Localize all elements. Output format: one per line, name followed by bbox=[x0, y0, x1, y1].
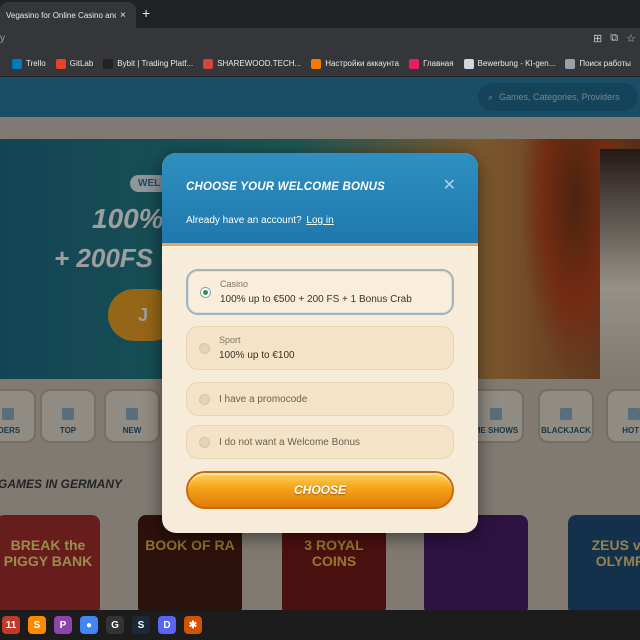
taskbar-glyph: D bbox=[163, 619, 171, 631]
bookmark-item[interactable]: Главная bbox=[409, 58, 454, 69]
browser-tab[interactable]: Vegasino for Online Casino and × bbox=[0, 2, 136, 28]
radio-button[interactable] bbox=[199, 436, 210, 448]
bookmark-favicon-icon bbox=[311, 58, 322, 69]
radio-button[interactable] bbox=[199, 342, 210, 354]
bookmark-label: Настройки аккаунта bbox=[325, 59, 400, 68]
bookmark-favicon-icon bbox=[103, 58, 114, 69]
bonus-option-text: Casino 100% up to €500 + 200 FS + 1 Bonus… bbox=[220, 279, 412, 305]
bookmark-label: Bewerbung - KI-gen... bbox=[477, 59, 556, 68]
spark-icon[interactable]: ✱ bbox=[184, 616, 202, 634]
bookmark-favicon-icon bbox=[565, 58, 576, 69]
bookmark-label: Bybit | Trading Platf... bbox=[117, 59, 194, 68]
bonus-option-label: Casino bbox=[220, 279, 249, 289]
app-icon[interactable]: 11 bbox=[2, 616, 20, 634]
modal-header: CHOOSE YOUR WELCOME BONUS ✕ Already have… bbox=[162, 153, 478, 246]
login-link[interactable]: Log in bbox=[306, 215, 333, 226]
bonus-option-label: Sport bbox=[219, 335, 241, 345]
new-tab-button[interactable]: + bbox=[142, 5, 150, 21]
bookmark-label: Trello bbox=[26, 59, 46, 68]
tab-close-icon[interactable]: × bbox=[120, 10, 126, 21]
bookmark-item[interactable]: Поиск работы bbox=[565, 58, 631, 69]
taskbar-glyph: 11 bbox=[5, 619, 17, 631]
bonus-option-value: 100% up to €100 bbox=[219, 350, 295, 361]
radio-button[interactable] bbox=[200, 286, 211, 298]
bookmark-item[interactable]: SHAREWOOD.TECH... bbox=[203, 58, 302, 69]
bonus-option-value: I do not want a Welcome Bonus bbox=[219, 436, 361, 448]
choose-button[interactable]: CHOOSE bbox=[186, 471, 454, 509]
translate-icon[interactable]: ⊞ bbox=[593, 32, 602, 45]
tab-title: Vegasino for Online Casino and bbox=[6, 10, 116, 20]
address-text: y bbox=[0, 33, 5, 44]
taskbar-glyph: ✱ bbox=[188, 619, 198, 631]
bonus-option[interactable]: Sport 100% up to €100 bbox=[186, 326, 454, 370]
taskbar: 11 S P ● G S D ✱ bbox=[0, 610, 640, 640]
bonus-option[interactable]: I have a promocode bbox=[186, 382, 454, 416]
bonus-option[interactable]: Casino 100% up to €500 + 200 FS + 1 Bonus… bbox=[186, 269, 454, 315]
bookmark-favicon-icon bbox=[12, 58, 22, 69]
steam-icon[interactable]: S bbox=[132, 616, 150, 634]
bookmark-favicon-icon bbox=[203, 58, 214, 69]
taskbar-glyph: ● bbox=[85, 619, 93, 631]
share-icon[interactable]: ⧉ bbox=[610, 32, 618, 45]
bonus-option-value: I have a promocode bbox=[219, 393, 308, 405]
bookmark-label: Главная bbox=[423, 59, 454, 68]
jetbrains-icon[interactable]: P bbox=[54, 616, 72, 634]
bookmark-item[interactable]: GitLab bbox=[55, 58, 94, 69]
screen: Vegasino for Online Casino and × + y ⊞ ⧉… bbox=[0, 0, 640, 640]
bookmark-star-icon[interactable]: ☆ bbox=[626, 32, 636, 45]
taskbar-glyph: P bbox=[59, 619, 67, 631]
welcome-bonus-modal: CHOOSE YOUR WELCOME BONUS ✕ Already have… bbox=[162, 153, 478, 533]
login-prompt-text: Already have an account? bbox=[186, 215, 302, 226]
bookmark-favicon-icon bbox=[463, 58, 474, 69]
radio-button[interactable] bbox=[199, 393, 210, 405]
g-app-icon[interactable]: G bbox=[106, 616, 124, 634]
bookmark-item[interactable]: Настройки аккаунта bbox=[311, 58, 400, 69]
bookmark-item[interactable]: Bybit | Trading Platf... bbox=[103, 58, 194, 69]
sublime-icon[interactable]: S bbox=[28, 616, 46, 634]
bonus-option-text: Sport 100% up to €100 bbox=[219, 335, 295, 361]
taskbar-glyph: S bbox=[137, 619, 145, 631]
close-icon[interactable]: ✕ bbox=[443, 178, 456, 194]
bookmark-favicon-icon bbox=[55, 58, 66, 69]
bookmark-label: GitLab bbox=[69, 59, 94, 68]
address-bar[interactable]: y ⊞ ⧉ ☆ bbox=[0, 28, 640, 52]
bookmark-item[interactable]: Bewerbung - KI-gen... bbox=[463, 58, 556, 69]
bookmarks-bar: Trello GitLab Bybit | Trading Platf... SHAR… bbox=[0, 52, 640, 76]
bookmark-label: SHAREWOOD.TECH... bbox=[217, 59, 302, 68]
login-prompt: Already have an account? Log in bbox=[186, 215, 334, 226]
bonus-option[interactable]: I do not want a Welcome Bonus bbox=[186, 425, 454, 459]
chrome-icon[interactable]: ● bbox=[80, 616, 98, 634]
bookmark-label: Поиск работы bbox=[579, 59, 631, 68]
discord-icon[interactable]: D bbox=[158, 616, 176, 634]
bookmark-item[interactable]: Trello bbox=[12, 58, 46, 69]
bonus-option-value: 100% up to €500 + 200 FS + 1 Bonus Crab bbox=[220, 294, 412, 305]
modal-title: CHOOSE YOUR WELCOME BONUS bbox=[186, 181, 386, 193]
taskbar-glyph: S bbox=[33, 619, 41, 631]
browser-tabstrip: Vegasino for Online Casino and × + bbox=[0, 0, 640, 28]
address-bar-icons: ⊞ ⧉ ☆ bbox=[593, 32, 636, 45]
taskbar-glyph: G bbox=[111, 619, 119, 631]
bookmark-favicon-icon bbox=[409, 58, 420, 69]
